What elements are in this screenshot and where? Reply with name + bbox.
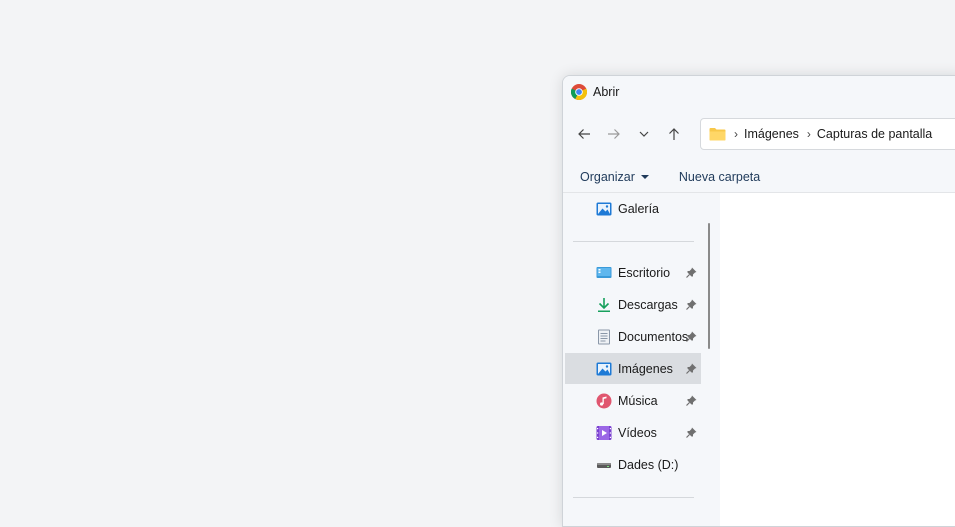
back-button[interactable] bbox=[570, 120, 598, 148]
pin-icon[interactable] bbox=[686, 363, 697, 374]
music-icon bbox=[596, 393, 612, 408]
sidebar-item-escritorio[interactable]: Escritorio bbox=[565, 257, 701, 288]
sidebar-item-label: Escritorio bbox=[618, 265, 671, 280]
open-file-dialog: Abrir › Imágenes › Capturas de pantalla … bbox=[562, 75, 955, 527]
pictures-icon bbox=[596, 362, 612, 375]
sidebar-item-label: Documentos bbox=[618, 329, 689, 344]
address-bar[interactable]: › Imágenes › Capturas de pantalla bbox=[700, 118, 955, 150]
scrollbar-thumb[interactable] bbox=[708, 223, 710, 349]
chevron-right-icon: › bbox=[734, 127, 738, 141]
navigation-bar: › Imágenes › Capturas de pantalla bbox=[563, 107, 955, 161]
breadcrumb-imagenes[interactable]: Imágenes bbox=[744, 127, 799, 141]
sidebar-item-videos[interactable]: Vídeos bbox=[565, 417, 701, 448]
dropdown-caret-icon bbox=[640, 175, 649, 179]
sidebar-item-galeria[interactable]: Galería bbox=[565, 193, 701, 224]
forward-button[interactable] bbox=[600, 120, 628, 148]
navigation-pane: Galería Escritorio Descargas Documentos … bbox=[563, 193, 703, 526]
sidebar-item-musica[interactable]: Música bbox=[565, 385, 701, 416]
folder-icon bbox=[709, 128, 726, 141]
desktop-icon bbox=[596, 266, 612, 278]
sidebar-item-label: Descargas bbox=[618, 297, 678, 312]
file-list-area[interactable] bbox=[720, 193, 955, 526]
sidebar-item-imagenes[interactable]: Imágenes bbox=[565, 353, 701, 384]
sidebar-item-label: Dades (D:) bbox=[618, 457, 679, 472]
chevron-down-icon bbox=[639, 131, 649, 137]
command-bar: Organizar Nueva carpeta bbox=[563, 161, 955, 193]
arrow-left-icon bbox=[578, 129, 590, 139]
sidebar-item-dades-d[interactable]: Dades (D:) bbox=[565, 449, 701, 480]
organize-label: Organizar bbox=[580, 169, 635, 184]
sidebar-item-label: Galería bbox=[618, 201, 659, 216]
sidebar-item-label: Imágenes bbox=[618, 361, 673, 376]
sidebar-item-label: Vídeos bbox=[618, 425, 657, 440]
video-icon bbox=[596, 425, 612, 440]
up-button[interactable] bbox=[660, 120, 688, 148]
recent-locations-button[interactable] bbox=[630, 120, 658, 148]
pin-icon[interactable] bbox=[686, 331, 697, 342]
new-folder-button[interactable]: Nueva carpeta bbox=[679, 170, 760, 184]
pin-icon[interactable] bbox=[686, 299, 697, 310]
sidebar-item-descargas[interactable]: Descargas bbox=[565, 289, 701, 320]
pin-icon[interactable] bbox=[686, 427, 697, 438]
pin-icon[interactable] bbox=[686, 267, 697, 278]
drive-icon bbox=[597, 462, 611, 468]
organize-button[interactable]: Organizar bbox=[580, 170, 649, 184]
sidebar-item-documentos[interactable]: Documentos bbox=[565, 321, 701, 352]
breadcrumb-capturas[interactable]: Capturas de pantalla bbox=[817, 127, 932, 141]
arrow-right-icon bbox=[608, 129, 620, 139]
pin-icon[interactable] bbox=[686, 395, 697, 406]
sidebar-scrollbar[interactable] bbox=[704, 193, 716, 526]
sidebar-item-label: Música bbox=[618, 393, 658, 408]
chrome-icon bbox=[571, 83, 587, 100]
new-folder-label: Nueva carpeta bbox=[678, 169, 761, 184]
dialog-title: Abrir bbox=[593, 84, 620, 99]
arrow-up-icon bbox=[669, 128, 679, 140]
document-icon bbox=[598, 329, 610, 344]
divider bbox=[573, 241, 694, 242]
chevron-right-icon: › bbox=[806, 127, 811, 141]
download-icon bbox=[598, 297, 610, 312]
title-bar: Abrir bbox=[563, 76, 955, 107]
divider bbox=[573, 497, 694, 498]
gallery-icon bbox=[596, 202, 612, 215]
